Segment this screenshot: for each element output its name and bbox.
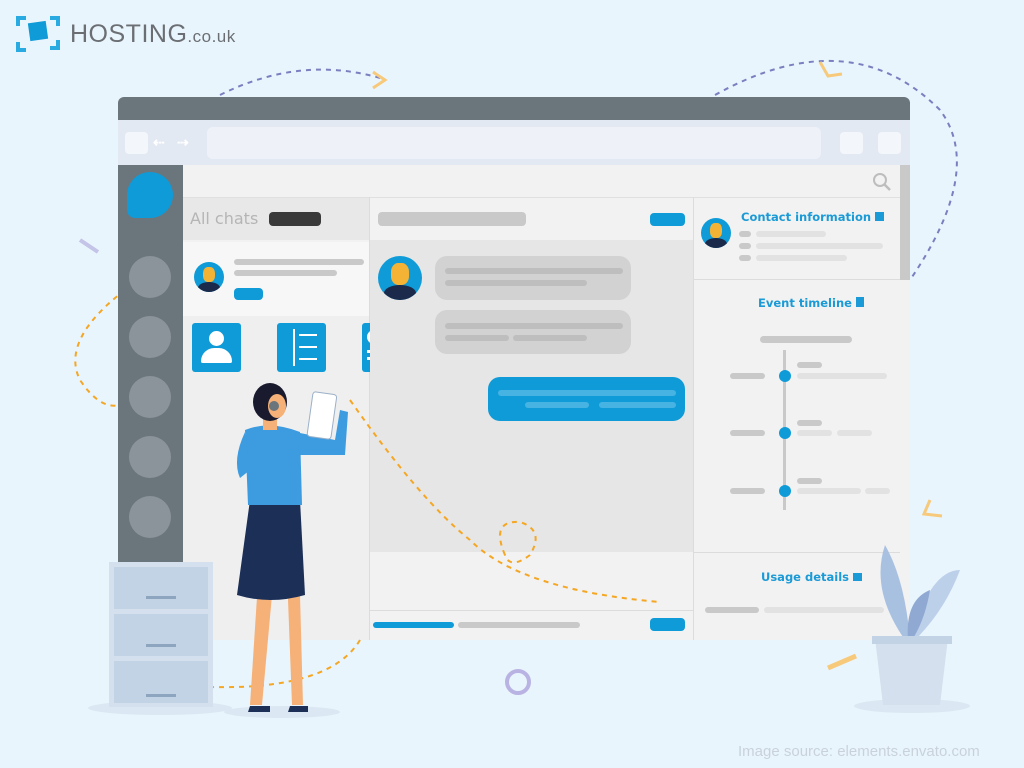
plant-pot xyxy=(872,545,960,705)
image-source-watermark: Image source: elements.envato.com xyxy=(738,743,980,760)
illustration xyxy=(88,383,970,718)
woman-figure xyxy=(236,383,348,712)
filing-cabinet xyxy=(109,562,213,707)
